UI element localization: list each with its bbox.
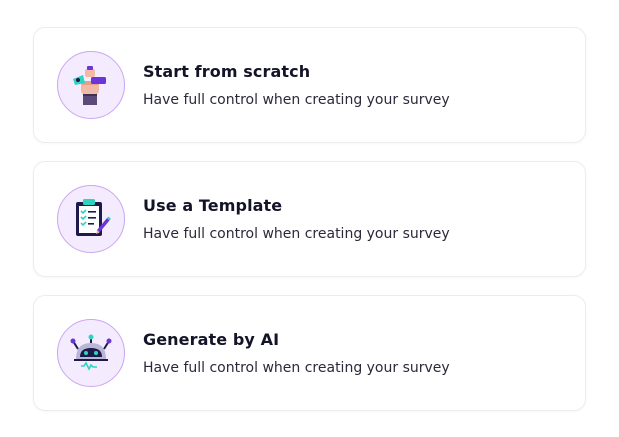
option-title: Start from scratch — [143, 62, 311, 81]
clipboard-checklist-icon — [57, 185, 125, 253]
option-title: Use a Template — [143, 196, 283, 215]
robot-head-icon — [57, 319, 125, 387]
survey-creation-options: Start from scratch Have full control whe… — [0, 0, 619, 437]
hand-tools-icon — [57, 51, 125, 119]
option-description: Have full control when creating your sur… — [143, 226, 450, 242]
option-description: Have full control when creating your sur… — [143, 360, 450, 376]
option-card-generate-by-ai[interactable]: Generate by AI Have full control when cr… — [33, 295, 586, 411]
option-card-start-from-scratch[interactable]: Start from scratch Have full control whe… — [33, 27, 586, 143]
option-card-use-a-template[interactable]: Use a Template Have full control when cr… — [33, 161, 586, 277]
option-title: Generate by AI — [143, 330, 280, 349]
option-description: Have full control when creating your sur… — [143, 92, 450, 108]
